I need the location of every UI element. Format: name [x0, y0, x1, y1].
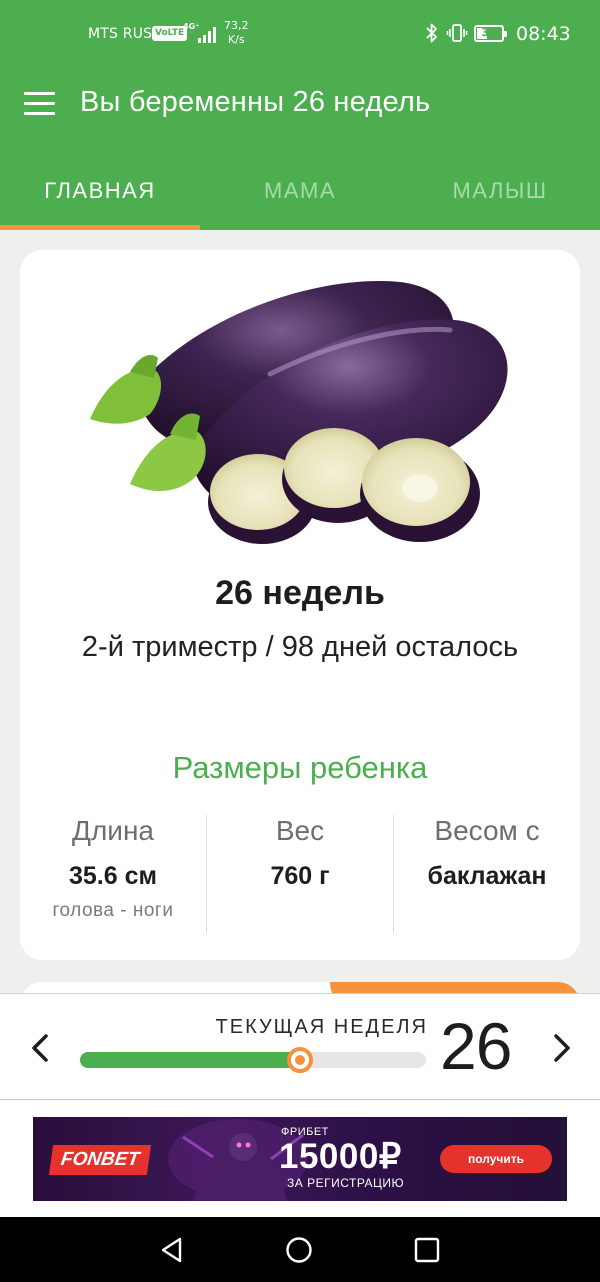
tab-bar: ГЛАВНАЯ МАМА МАЛЫШ: [0, 150, 600, 230]
trimester-info: 2-й триместр / 98 дней осталось: [81, 631, 519, 663]
week-progress-slider[interactable]: [80, 1047, 426, 1073]
status-time: 08:43: [516, 23, 571, 45]
length-label: Длина: [72, 815, 154, 846]
back-triangle-icon[interactable]: [158, 1236, 186, 1264]
week-title: 26 недель: [215, 574, 385, 612]
weight-label: Вес: [275, 815, 325, 846]
chevron-right-icon[interactable]: [546, 1030, 576, 1066]
vibrate-icon: [446, 24, 468, 42]
length-stat: Длина 35.6 см голова - ноги: [20, 815, 206, 922]
ad-banner[interactable]: FONBET ФРИБЕТ 15000₽ ЗА РЕГИСТРАЦИЮ полу…: [33, 1117, 567, 1201]
carrier-name: MTS RUS: [88, 26, 153, 42]
ad-cta-button[interactable]: получить: [440, 1145, 552, 1173]
tab-baby[interactable]: МАЛЫШ: [400, 150, 600, 230]
data-speed: 73,2 K/s: [224, 19, 249, 47]
data-speed-unit: K/s: [227, 33, 245, 46]
length-value: 35.6 см: [68, 862, 157, 890]
current-week-label: ТЕКУЩАЯ НЕДЕЛЯ: [215, 1016, 428, 1038]
weight-value: 760 г: [270, 862, 330, 890]
week-progress-fill: [80, 1052, 300, 1068]
week-selector: ТЕКУЩАЯ НЕДЕЛЯ 26: [0, 993, 600, 1100]
battery-icon: 39: [474, 25, 507, 42]
week-info-card: 26 недель 2-й триместр / 98 дней осталос…: [20, 250, 580, 960]
hamburger-menu-icon[interactable]: [24, 92, 56, 118]
ad-amount: 15000₽: [279, 1137, 402, 1176]
system-nav-bar: [0, 1217, 600, 1282]
weight-stat: Вес 760 г: [207, 815, 393, 894]
size-compare-stat: Весом с баклажан: [394, 815, 580, 894]
tab-indicator: [0, 225, 200, 230]
size-compare-value: баклажан: [427, 862, 547, 890]
signal-icon: [198, 27, 216, 43]
bluetooth-icon: [426, 23, 437, 43]
ad-brand-logo: FONBET: [48, 1145, 152, 1175]
size-compare-label: Весом с: [434, 815, 540, 846]
home-circle-icon[interactable]: [285, 1236, 313, 1264]
volte-badge: VoLTE: [152, 26, 188, 41]
tab-main[interactable]: ГЛАВНАЯ: [0, 150, 200, 230]
network-type: 4G⁺: [183, 22, 200, 31]
ad-area: FONBET ФРИБЕТ 15000₽ ЗА РЕГИСТРАЦИЮ полу…: [0, 1101, 600, 1217]
page-title: Вы беременны 26 недель: [80, 86, 431, 118]
battery-level: 39: [481, 26, 497, 39]
eggplant-illustration: [90, 280, 508, 544]
status-bar: MTS RUS VoLTE 4G⁺ 73,2 K/s 39 08:43: [0, 0, 600, 70]
week-slider-thumb[interactable]: [286, 1047, 313, 1073]
length-note: голова - ноги: [52, 900, 174, 921]
chevron-left-icon[interactable]: [26, 1030, 56, 1066]
app-toolbar: Вы беременны 26 недель: [0, 70, 600, 150]
ad-subtitle: ЗА РЕГИСТРАЦИЮ: [287, 1176, 405, 1190]
current-week-number: 26: [440, 1009, 512, 1083]
data-speed-value: 73,2: [224, 19, 249, 32]
tab-mom[interactable]: МАМА: [200, 150, 400, 230]
recent-square-icon[interactable]: [414, 1237, 440, 1263]
baby-sizes-title: Размеры ребенка: [172, 750, 428, 785]
